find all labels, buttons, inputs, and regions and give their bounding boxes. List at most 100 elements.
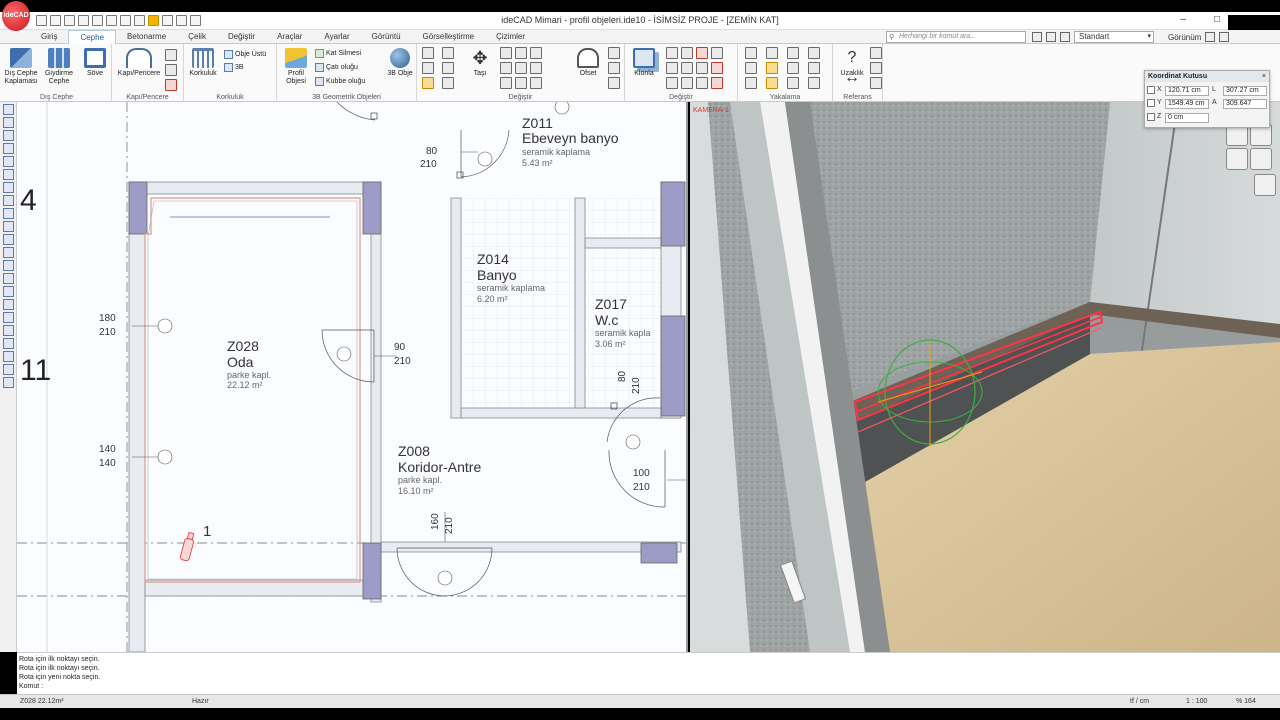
- plan-view[interactable]: Z011 Ebeveyn banyo seramik kaplama 5.43 …: [17, 102, 688, 652]
- stretch-icon[interactable]: [530, 47, 542, 59]
- status-scale[interactable]: 1 : 100: [1186, 698, 1207, 705]
- snap-nearest-icon[interactable]: [808, 47, 820, 59]
- tool-furniture-icon[interactable]: [3, 299, 14, 310]
- tool-window-icon[interactable]: [3, 182, 14, 193]
- tool-beam-icon[interactable]: [3, 143, 14, 154]
- tab-giris[interactable]: Giriş: [30, 30, 68, 44]
- z-lock-checkbox[interactable]: [1147, 113, 1155, 121]
- home-icon[interactable]: [1254, 174, 1276, 196]
- tab-araclar[interactable]: Araçlar: [266, 30, 313, 44]
- tool-railing-icon[interactable]: [3, 286, 14, 297]
- edit-icon[interactable]: [442, 77, 454, 89]
- rotate-icon[interactable]: [500, 47, 512, 59]
- reference-grid-icon[interactable]: [870, 77, 882, 89]
- profile-object-button[interactable]: Profil Objesi: [279, 48, 313, 86]
- snap-intersection-icon[interactable]: [766, 62, 778, 74]
- snap-polar-icon[interactable]: [766, 77, 778, 89]
- ungroup-icon[interactable]: [696, 47, 708, 59]
- tab-cizimler[interactable]: Çizimler: [485, 30, 536, 44]
- tool-door-icon[interactable]: [3, 169, 14, 180]
- join-icon[interactable]: [530, 77, 542, 89]
- roof-gutter-button[interactable]: Çatı oluğu: [315, 62, 358, 73]
- group-icon[interactable]: [681, 47, 693, 59]
- tool-section-icon[interactable]: [3, 325, 14, 336]
- exterior-cladding-button[interactable]: Dış Cephe Kaplaması: [4, 48, 38, 86]
- hatch-icon[interactable]: [681, 62, 693, 74]
- view-menu[interactable]: Görünüm: [1168, 33, 1201, 42]
- railing-button[interactable]: Korkuluk: [186, 48, 220, 78]
- style-select[interactable]: Standart: [1074, 31, 1154, 43]
- delete-icon[interactable]: [711, 62, 723, 74]
- l-field[interactable]: 307.27 cm: [1223, 86, 1267, 96]
- tool-wall-icon[interactable]: [3, 117, 14, 128]
- clone-button[interactable]: Klonla: [627, 48, 661, 78]
- distance-button[interactable]: ?↔ Uzaklık: [835, 48, 869, 86]
- tool-select-icon[interactable]: [3, 104, 14, 115]
- tool-elevation-icon[interactable]: [3, 338, 14, 349]
- opening-icon[interactable]: [165, 79, 177, 91]
- tab-betonarme[interactable]: Betonarme: [116, 30, 177, 44]
- zoom-icon[interactable]: [1250, 148, 1272, 170]
- tab-cephe[interactable]: Cephe: [68, 30, 117, 44]
- tool-dimension-icon[interactable]: [3, 221, 14, 232]
- door-type-icon[interactable]: [165, 64, 177, 76]
- a-field[interactable]: 309.647: [1223, 99, 1267, 109]
- offset-button[interactable]: Ofset: [571, 48, 605, 78]
- snap-cross-icon[interactable]: [808, 77, 820, 89]
- scale-icon[interactable]: [515, 47, 527, 59]
- command-prompt[interactable]: Komut :: [19, 682, 1278, 691]
- curtain-wall-button[interactable]: Giydirme Cephe: [42, 48, 76, 86]
- object-top-button[interactable]: Obje Üstü: [224, 49, 266, 60]
- dome-gutter-button[interactable]: Kubbe oluğu: [315, 76, 365, 87]
- coordinate-box-close[interactable]: ×: [1262, 71, 1266, 82]
- tab-degistir[interactable]: Değiştir: [217, 30, 266, 44]
- tool-room-icon[interactable]: [3, 208, 14, 219]
- command-window[interactable]: Rota için ilk noktayı seçin. Rota için i…: [17, 652, 1280, 694]
- railing-3d-button[interactable]: 3B: [224, 62, 244, 73]
- tool-light-icon[interactable]: [3, 364, 14, 375]
- list-icon[interactable]: [1046, 32, 1056, 42]
- lock-icon[interactable]: [666, 77, 678, 89]
- tool-hatch-icon[interactable]: [3, 247, 14, 258]
- app-logo[interactable]: ideCAD: [2, 1, 30, 31]
- reference-point-icon[interactable]: [870, 62, 882, 74]
- tool-camera-icon[interactable]: [3, 351, 14, 362]
- property-icon[interactable]: [666, 62, 678, 74]
- status-zoom[interactable]: % 164: [1236, 698, 1256, 705]
- tool-axis-icon[interactable]: [3, 260, 14, 271]
- snap-center-icon[interactable]: [745, 62, 757, 74]
- color-icon[interactable]: [711, 77, 723, 89]
- y-field[interactable]: 1549.49 cm: [1165, 99, 1209, 109]
- close-button-area[interactable]: [1228, 15, 1280, 30]
- break-icon[interactable]: [515, 77, 527, 89]
- tool-measure-icon[interactable]: [3, 377, 14, 388]
- chain-icon[interactable]: [696, 62, 708, 74]
- align-icon[interactable]: [500, 62, 512, 74]
- tool-stair-icon[interactable]: [3, 195, 14, 206]
- door-window-button[interactable]: Kapı/Pencere: [114, 48, 164, 78]
- tool-roof-icon[interactable]: [3, 273, 14, 284]
- tool-slab-icon[interactable]: [3, 156, 14, 167]
- close-x-icon[interactable]: [1060, 32, 1070, 42]
- help-icon[interactable]: [1219, 32, 1230, 42]
- reference-line-icon[interactable]: [870, 47, 882, 59]
- layer-icon[interactable]: [681, 77, 693, 89]
- tab-goruntu[interactable]: Görüntü: [361, 30, 412, 44]
- snap-endpoint-icon[interactable]: [745, 47, 757, 59]
- brush-icon[interactable]: [442, 47, 454, 59]
- match-icon[interactable]: [711, 47, 723, 59]
- paint-icon[interactable]: [422, 77, 434, 89]
- explode-icon[interactable]: [608, 62, 620, 74]
- snap-track-icon[interactable]: [787, 77, 799, 89]
- minimize-button[interactable]: –: [1180, 14, 1186, 25]
- tool-text-icon[interactable]: [3, 234, 14, 245]
- y-lock-checkbox[interactable]: [1147, 99, 1155, 107]
- snap-midpoint-icon[interactable]: [766, 47, 778, 59]
- snap-tangent-icon[interactable]: [808, 62, 820, 74]
- 3d-object-button[interactable]: 3B Obje: [383, 48, 417, 78]
- layers-icon[interactable]: [1032, 32, 1042, 42]
- z-field[interactable]: 0 cm: [1165, 113, 1209, 123]
- extend-icon[interactable]: [530, 62, 542, 74]
- array-icon[interactable]: [500, 77, 512, 89]
- x-field[interactable]: 120.71 cm: [1165, 86, 1209, 96]
